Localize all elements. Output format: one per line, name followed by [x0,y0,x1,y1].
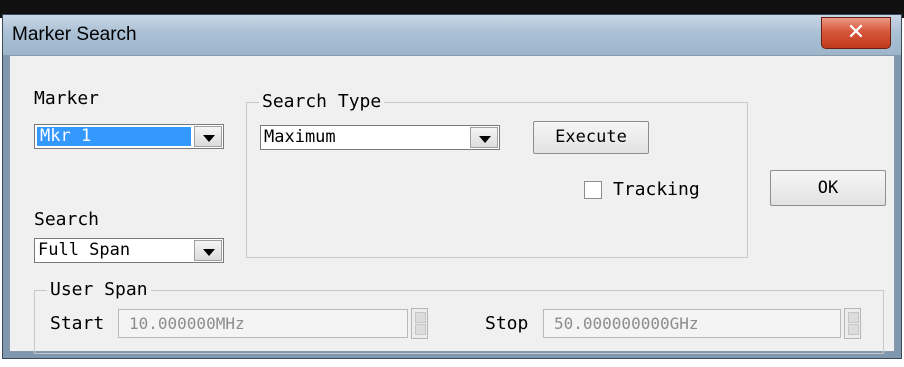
tracking-checkbox[interactable] [584,181,602,199]
marker-value: Mkr 1 [37,127,191,146]
start-field[interactable]: 10.000000MHz [118,309,408,338]
search-type-dropdown[interactable]: Maximum [260,125,500,150]
ok-button[interactable]: OK [770,170,886,206]
search-type-title: Search Type [259,91,385,112]
tracking-label: Tracking [613,179,700,200]
marker-label: Marker [34,88,100,109]
search-dropdown[interactable]: Full Span [34,238,224,263]
start-value: 10.000000MHz [129,314,245,333]
search-value: Full Span [38,240,131,260]
start-label: Start [50,313,105,334]
stop-field[interactable]: 50.000000000GHz [543,309,841,338]
stop-label: Stop [485,313,529,334]
marker-search-dialog: Marker Search ✕ Marker Mkr 1 Search Full… [2,14,902,359]
user-span-group: User Span Start 10.000000MHz Stop 50.000… [34,279,884,354]
user-span-title: User Span [47,279,151,300]
close-icon: ✕ [846,20,866,45]
close-button[interactable]: ✕ [821,17,891,49]
chevron-down-icon[interactable] [470,127,498,148]
stop-spinner[interactable] [844,308,861,339]
search-type-value: Maximum [264,127,336,147]
start-spinner[interactable] [411,308,428,339]
window-title: Marker Search [12,24,137,45]
execute-button[interactable]: Execute [533,121,649,154]
marker-dropdown[interactable]: Mkr 1 [34,124,224,149]
search-type-group: Search Type Maximum Execute Tracking [246,91,748,258]
search-label: Search [34,209,100,230]
chevron-down-icon[interactable] [194,126,222,147]
title-bar: Marker Search ✕ [3,15,901,55]
chevron-down-icon[interactable] [194,240,222,261]
stop-value: 50.000000000GHz [554,314,699,333]
dialog-body: Marker Mkr 1 Search Full Span Search Typ… [9,55,895,354]
